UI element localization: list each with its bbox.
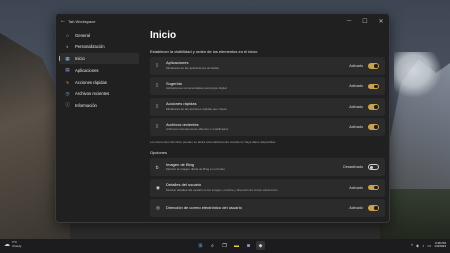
sidebar-item-archivos-recientes[interactable]: ◷ Archivos recientes [59, 88, 139, 99]
info-icon: ⓘ [65, 102, 70, 108]
sidebar-item-aplicaciones[interactable]: ▤ Aplicaciones [59, 65, 139, 76]
home-icon: ⌂ [66, 32, 69, 38]
options-heading: Opciones [150, 150, 167, 156]
taskbar-apps: ⊞ ⌕ ❐ ▬ ◙ ◆ [196, 241, 265, 250]
maximize-icon[interactable]: ☐ [357, 18, 373, 25]
forest [380, 189, 450, 239]
network-icon[interactable]: ◈ [416, 243, 419, 248]
user-icon: ◉ [156, 184, 161, 190]
apps-icon: ▤ [65, 67, 70, 73]
volume-icon[interactable]: ♪ [422, 243, 424, 248]
toggle-state-label: Activado [349, 185, 363, 190]
clock[interactable]: 3:38 PM 1/3/2023 [434, 241, 446, 250]
palette-icon: ◐ [66, 44, 69, 50]
toggle-state-label: Activado [349, 205, 363, 210]
sidebar-item-label: Archivos recientes [75, 91, 110, 97]
close-icon[interactable]: ✕ [373, 18, 389, 25]
card-sugerido: ⁞⁞ Sugerido Aplicaciones recomendadas pa… [150, 77, 385, 96]
drag-handle-icon[interactable]: ⁞⁞ [156, 124, 166, 130]
option-bing-image: ᵬ Imagen de Bing Mostrar la imagen diari… [150, 158, 385, 177]
toggle-state-label: Activado [349, 125, 363, 130]
sidebar: ⌂ General ◐ Personalización ▦ Inicio ▤ A… [56, 28, 142, 222]
sidebar-item-acciones-rapidas[interactable]: ϟ Acciones rápidas [59, 77, 139, 88]
card-subtitle: Aplicaciones recomendadas para Apps digi… [166, 86, 227, 91]
sidebar-item-inicio[interactable]: ▦ Inicio [59, 53, 139, 64]
task-view-icon[interactable]: ❐ [220, 241, 229, 250]
card-subtitle: Mostrar detalles del usuario como imagen… [166, 187, 278, 192]
settings-window: ← Tab Workspace ─ ☐ ✕ ⌂ General ◐ Person… [55, 13, 390, 223]
mail-icon: ◎ [156, 204, 161, 210]
card-archivos-recientes: ⁞⁞ Archivos recientes Archivos recientem… [150, 118, 385, 137]
window-title: Tab Workspace [68, 18, 96, 24]
sidebar-item-general[interactable]: ⌂ General [59, 30, 139, 41]
system-tray: ^ ◈ ♪ ▭ 3:38 PM 1/3/2023 [411, 241, 446, 250]
sidebar-item-label: Aplicaciones [75, 67, 99, 73]
clock-icon: ◷ [65, 90, 70, 96]
bing-icon: ᵬ [156, 164, 159, 170]
toggle-state-label: Activado [349, 104, 363, 109]
card-subtitle: Miniaturas de las aplicaciones ancladas [166, 66, 219, 70]
card-subtitle: Miniaturas de las acciones rápidas que X… [166, 106, 227, 111]
page-title: Inicio [150, 30, 177, 41]
card-subtitle: Archivos recientemente abiertos o modifi… [166, 127, 229, 132]
card-acciones-rapidas: ⁞⁞ Acciones rápidas Miniaturas de las ac… [150, 97, 385, 116]
app-icon[interactable]: ◆ [256, 241, 265, 250]
card-title: Dirección de correo electrónico del usua… [166, 204, 242, 210]
back-arrow-icon[interactable]: ← [60, 18, 68, 24]
sidebar-item-informacion[interactable]: ⓘ Información [59, 100, 139, 111]
start-icon: ▦ [65, 55, 70, 61]
toggle-switch[interactable] [368, 63, 379, 69]
lightning-icon: ϟ [66, 79, 69, 85]
sidebar-item-label: Inicio [75, 56, 85, 62]
chat-icon[interactable]: ◙ [244, 241, 253, 250]
minimize-icon[interactable]: ─ [341, 18, 357, 24]
drag-handle-icon[interactable]: ⁞⁞ [156, 63, 166, 69]
info-note: Los elementos del inicio pueden su altur… [150, 140, 276, 145]
option-user-email: ◎ Dirección de correo electrónico del us… [150, 198, 385, 217]
main-content: Inicio Establecer la visibilidad y orden… [150, 28, 385, 222]
toggle-state-label: Activado [349, 64, 363, 68]
card-aplicaciones: ⁞⁞ Aplicaciones Miniaturas de las aplica… [150, 57, 385, 75]
clock-date: 1/3/2023 [434, 244, 446, 249]
toggle-state-label: Desactivado [343, 165, 363, 170]
sidebar-item-personalizacion[interactable]: ◐ Personalización [59, 42, 139, 53]
card-subtitle: Mostrar la imagen diaria de Bing en el f… [166, 167, 225, 172]
drag-handle-icon[interactable]: ⁞⁞ [156, 83, 166, 89]
chevron-up-icon[interactable]: ^ [411, 243, 413, 248]
toggle-switch[interactable] [368, 83, 379, 90]
weather-widget[interactable]: ☁ 3°C Cloudy [4, 240, 22, 249]
sidebar-item-label: Información [75, 102, 97, 108]
snow-peak [394, 52, 442, 98]
toggle-switch[interactable] [368, 124, 379, 130]
sidebar-item-label: Personalización [75, 44, 105, 50]
toggle-state-label: Activado [349, 84, 363, 89]
start-menu-icon[interactable]: ⊞ [196, 241, 205, 250]
sidebar-item-label: Acciones rápidas [75, 79, 107, 85]
drag-handle-icon[interactable]: ⁞⁞ [156, 104, 166, 110]
section-heading: Establecer la visibilidad y orden de los… [150, 49, 258, 54]
file-explorer-icon[interactable]: ▬ [232, 241, 241, 250]
search-icon[interactable]: ⌕ [208, 241, 217, 250]
toggle-switch[interactable] [368, 184, 379, 191]
toggle-switch[interactable] [368, 164, 379, 170]
cloud-icon: ☁ [4, 242, 10, 249]
battery-icon[interactable]: ▭ [427, 243, 431, 248]
toggle-switch[interactable] [368, 103, 379, 110]
title-bar: ← Tab Workspace ─ ☐ ✕ [56, 14, 389, 28]
taskbar: ☁ 3°C Cloudy ⊞ ⌕ ❐ ▬ ◙ ◆ ^ ◈ ♪ ▭ 3:38 PM… [0, 239, 450, 253]
option-user-details: ◉ Detalles del usuario Mostrar detalles … [150, 178, 385, 197]
weather-desc: Cloudy [12, 243, 22, 248]
sidebar-item-label: General [75, 32, 90, 38]
toggle-switch[interactable] [368, 205, 379, 211]
